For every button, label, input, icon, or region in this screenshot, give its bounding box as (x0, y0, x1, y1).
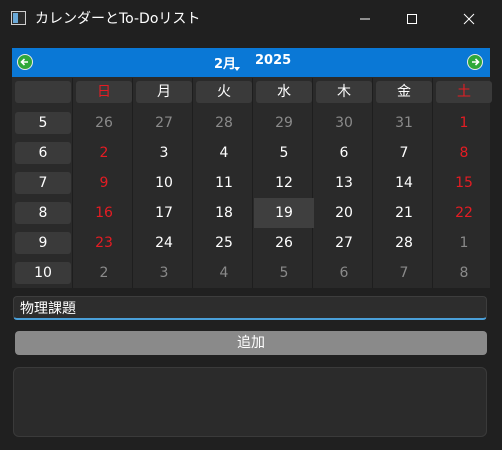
weekday-header: 火 (196, 81, 252, 103)
week-number: 10 (15, 262, 71, 284)
close-button[interactable] (446, 0, 492, 38)
calendar-day[interactable]: 1 (434, 228, 494, 258)
calendar-day[interactable]: 22 (434, 198, 494, 228)
month-selector[interactable]: 2月 (214, 53, 236, 72)
weekday-header: 木 (316, 81, 372, 103)
calendar-navigation-bar: 2月 2025 (12, 48, 490, 77)
todo-input[interactable] (13, 296, 487, 320)
add-button[interactable]: 追加 (15, 331, 487, 355)
calendar-day[interactable]: 23 (74, 228, 134, 258)
calendar-day[interactable]: 3 (134, 138, 194, 168)
calendar-day[interactable]: 11 (194, 168, 254, 198)
calendar-day[interactable]: 16 (74, 198, 134, 228)
close-icon (463, 13, 475, 25)
week-number: 9 (15, 232, 71, 254)
grid-column-separator (72, 78, 73, 288)
chevron-down-icon[interactable] (234, 67, 240, 71)
calendar-day[interactable]: 8 (434, 258, 494, 288)
calendar-day[interactable]: 4 (194, 258, 254, 288)
calendar-day[interactable]: 8 (434, 138, 494, 168)
calendar-day[interactable]: 5 (254, 258, 314, 288)
calendar-day[interactable]: 7 (374, 138, 434, 168)
calendar-day[interactable]: 2 (74, 138, 134, 168)
weekday-header: 土 (436, 81, 492, 103)
calendar-day[interactable]: 27 (314, 228, 374, 258)
calendar-day[interactable]: 6 (314, 138, 374, 168)
window-title: カレンダーとTo-Doリスト (35, 11, 201, 27)
calendar-day[interactable]: 28 (194, 108, 254, 138)
calendar-day[interactable]: 12 (254, 168, 314, 198)
calendar-day[interactable]: 27 (134, 108, 194, 138)
calendar-day[interactable]: 5 (254, 138, 314, 168)
calendar-day[interactable]: 21 (374, 198, 434, 228)
week-number-corner (15, 81, 71, 103)
calendar-day[interactable]: 1 (434, 108, 494, 138)
maximize-icon (407, 14, 417, 24)
weekday-header: 水 (256, 81, 312, 103)
minimize-icon (360, 18, 370, 20)
calendar-day[interactable]: 30 (314, 108, 374, 138)
app-icon (11, 11, 26, 25)
calendar-day[interactable]: 14 (374, 168, 434, 198)
todo-list[interactable] (13, 367, 487, 437)
calendar-day-selected[interactable]: 19 (254, 198, 314, 228)
minimize-button[interactable] (342, 0, 388, 38)
calendar-day[interactable]: 24 (134, 228, 194, 258)
calendar-widget: 2月 2025 日月火水木金土 5 26 27 28 29 30 31 1 6 2 3 4 5 6 7 8 7 9 1… (12, 48, 492, 288)
weekday-header: 金 (376, 81, 432, 103)
calendar-day[interactable]: 2 (74, 258, 134, 288)
weekday-header: 日 (76, 81, 132, 103)
calendar-day[interactable]: 25 (194, 228, 254, 258)
calendar-day[interactable]: 20 (314, 198, 374, 228)
calendar-day[interactable]: 26 (74, 108, 134, 138)
previous-month-button[interactable] (17, 54, 33, 70)
calendar-day[interactable]: 17 (134, 198, 194, 228)
next-month-button[interactable] (467, 54, 483, 70)
calendar-day[interactable]: 29 (254, 108, 314, 138)
calendar-day[interactable]: 4 (194, 138, 254, 168)
calendar-day[interactable]: 18 (194, 198, 254, 228)
calendar-day[interactable]: 9 (74, 168, 134, 198)
week-number: 7 (15, 172, 71, 194)
calendar-day[interactable]: 3 (134, 258, 194, 288)
maximize-button[interactable] (389, 0, 435, 38)
calendar-day[interactable]: 7 (374, 258, 434, 288)
calendar-day[interactable]: 31 (374, 108, 434, 138)
year-selector[interactable]: 2025 (255, 53, 291, 68)
calendar-day[interactable]: 28 (374, 228, 434, 258)
weekday-header: 月 (136, 81, 192, 103)
week-number: 8 (15, 202, 71, 224)
calendar-grid: 日月火水木金土 5 26 27 28 29 30 31 1 6 2 3 4 5 6 7 8 7 9 10 11 12 13 1… (12, 78, 492, 288)
calendar-day[interactable]: 13 (314, 168, 374, 198)
week-number: 6 (15, 142, 71, 164)
calendar-day[interactable]: 6 (314, 258, 374, 288)
calendar-day[interactable]: 26 (254, 228, 314, 258)
arrow-left-circle-icon (20, 58, 28, 66)
calendar-day[interactable]: 10 (134, 168, 194, 198)
arrow-right-circle-icon (472, 58, 480, 66)
title-bar: カレンダーとTo-Doリスト (0, 0, 502, 38)
week-number: 5 (15, 112, 71, 134)
calendar-day[interactable]: 15 (434, 168, 494, 198)
